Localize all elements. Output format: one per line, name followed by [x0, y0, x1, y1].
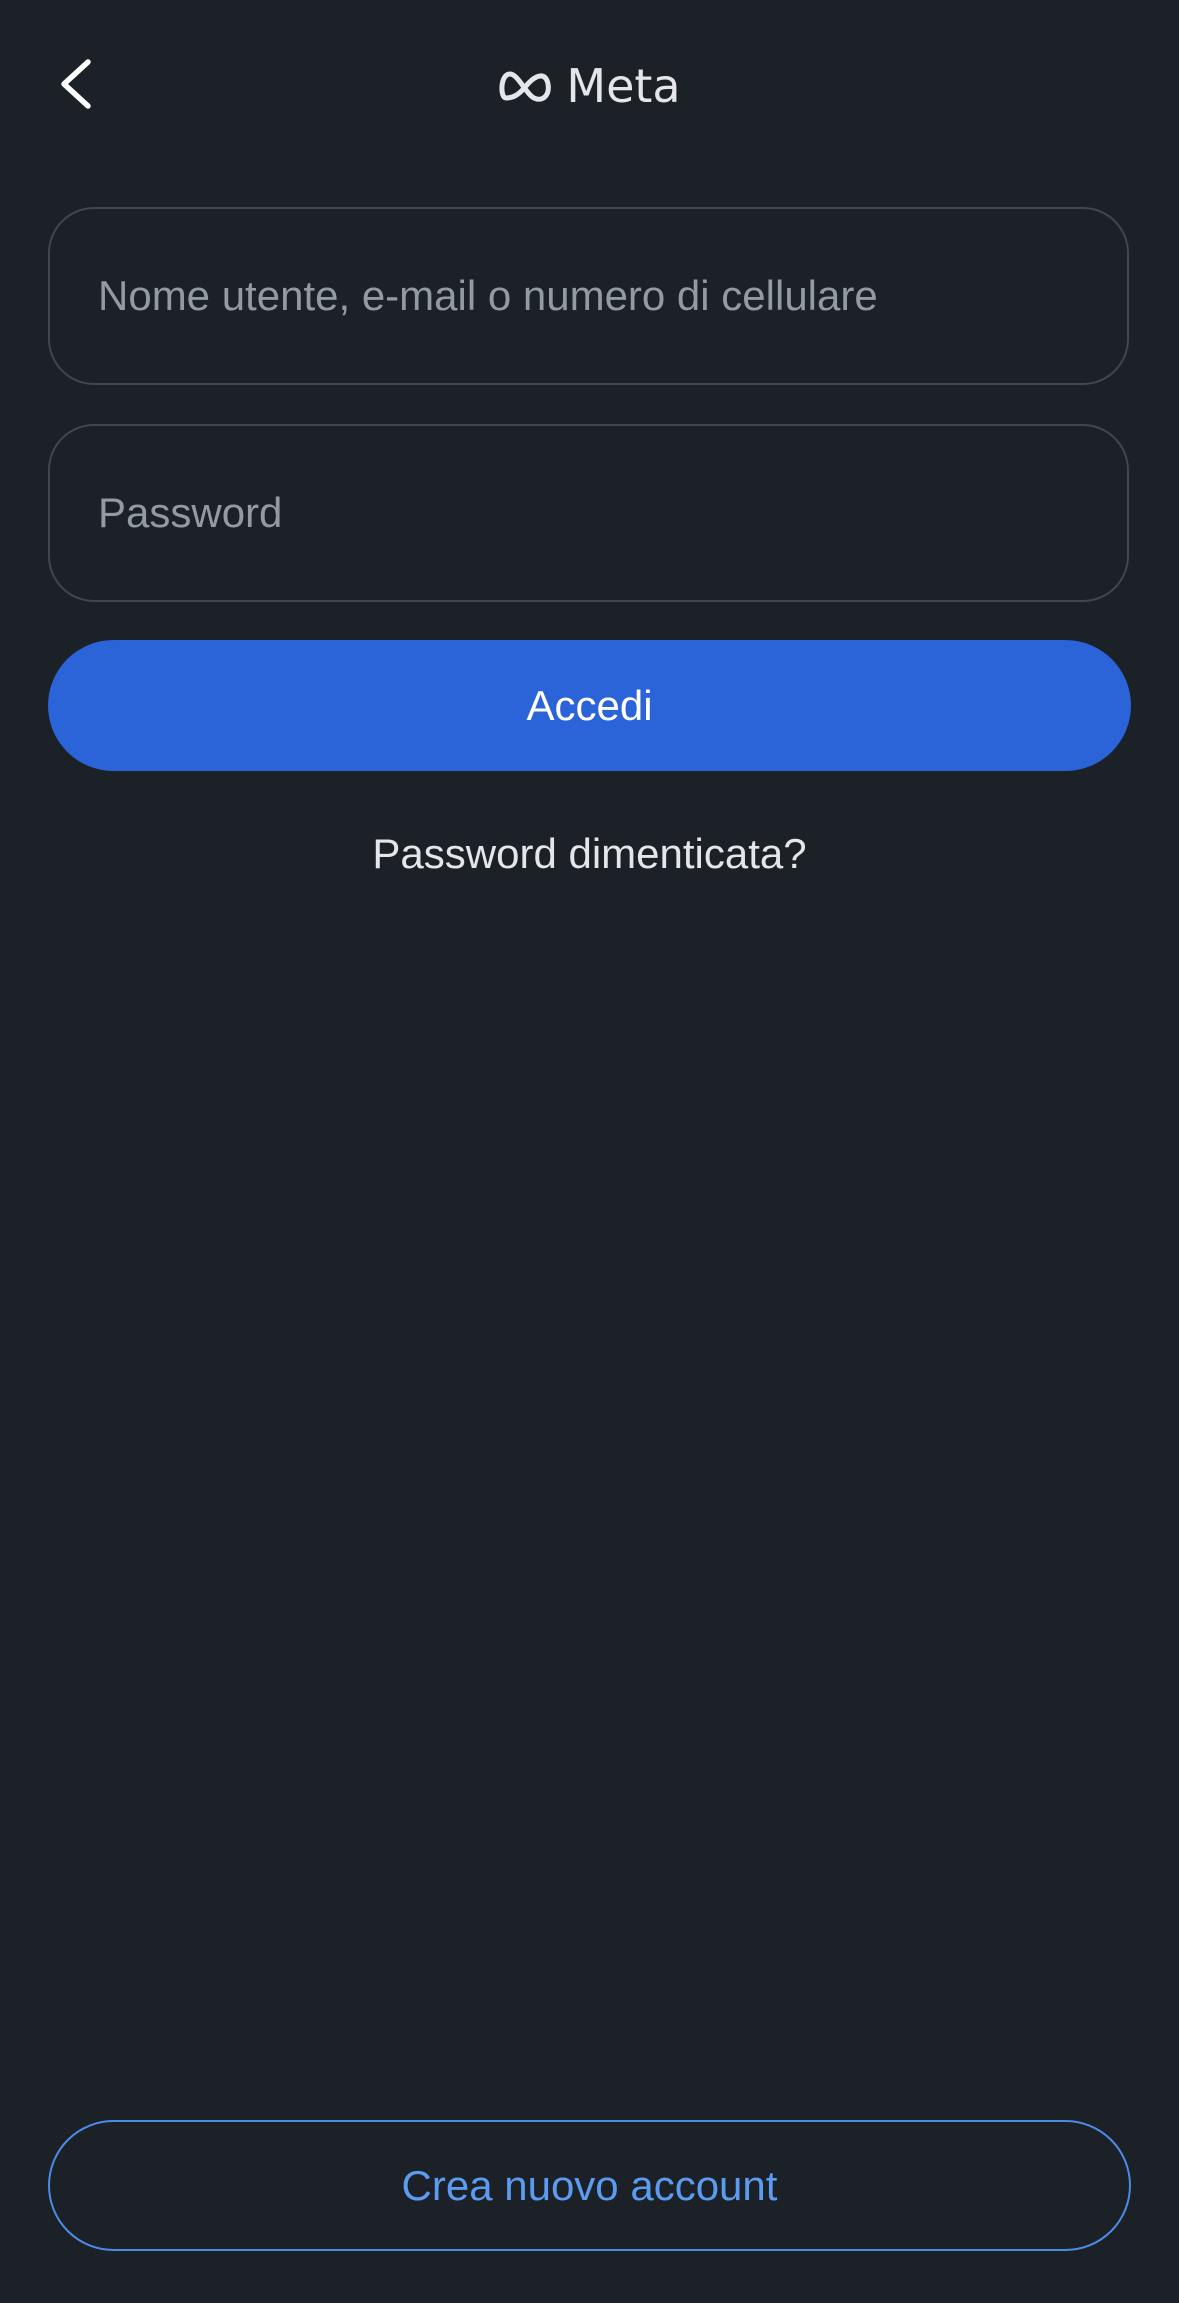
forgot-password-link[interactable]: Password dimenticata?	[0, 830, 1179, 890]
logo-text: Meta	[566, 59, 681, 113]
password-input[interactable]	[50, 426, 1127, 600]
login-screen: Meta Accedi Password dimenticata? Crea n…	[0, 0, 1179, 2303]
username-input[interactable]	[50, 209, 1127, 383]
username-field[interactable]	[48, 207, 1129, 385]
password-field[interactable]	[48, 424, 1129, 602]
meta-infinity-icon	[499, 71, 552, 102]
login-button[interactable]: Accedi	[48, 640, 1131, 771]
meta-logo: Meta	[0, 56, 1179, 116]
create-account-button[interactable]: Crea nuovo account	[48, 2120, 1131, 2251]
